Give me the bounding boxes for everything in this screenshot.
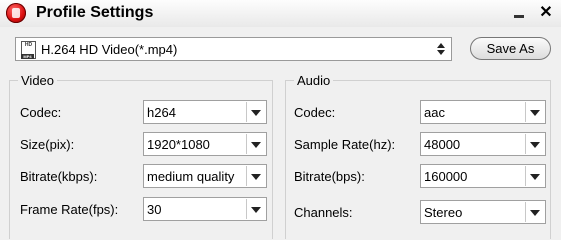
audio-sample-rate-label: Sample Rate(hz): — [294, 137, 396, 152]
minimize-button[interactable] — [509, 3, 529, 23]
audio-bitrate-label: Bitrate(bps): — [294, 169, 365, 184]
audio-channels-value: Stereo — [424, 205, 463, 220]
dropdown-arrow-icon[interactable] — [246, 166, 265, 186]
dropdown-arrow-icon[interactable] — [246, 102, 265, 122]
video-size-value: 1920*1080 — [147, 137, 210, 152]
app-logo-icon — [6, 3, 26, 23]
video-size-select[interactable]: 1920*1080 — [143, 132, 267, 156]
video-frame-rate-label: Frame Rate(fps): — [20, 202, 119, 217]
audio-sample-rate-select[interactable]: 48000 — [420, 132, 546, 156]
file-icon-tag: MP4 — [21, 54, 34, 59]
dropdown-arrow-icon[interactable] — [525, 102, 544, 122]
video-bitrate-select[interactable]: medium quality — [143, 164, 267, 188]
video-bitrate-label: Bitrate(kbps): — [20, 169, 98, 184]
video-codec-select[interactable]: h264 — [143, 100, 267, 124]
video-codec-label: Codec: — [20, 105, 62, 120]
audio-codec-value: aac — [424, 105, 445, 120]
video-codec-value: h264 — [147, 105, 176, 120]
audio-group-legend: Audio — [294, 73, 334, 88]
video-group-legend: Video — [18, 73, 58, 88]
title-bar: Profile Settings ✕ — [0, 0, 561, 27]
close-button[interactable]: ✕ — [536, 3, 556, 23]
dropdown-arrow-icon[interactable] — [246, 134, 265, 154]
mp4-file-icon: HD MP4 — [21, 41, 36, 59]
audio-channels-select[interactable]: Stereo — [420, 200, 546, 224]
video-frame-rate-select[interactable]: 30 — [143, 197, 267, 221]
audio-bitrate-value: 160000 — [424, 169, 468, 184]
video-size-label: Size(pix): — [20, 137, 75, 152]
audio-sample-rate-value: 48000 — [424, 137, 461, 152]
format-profile-select[interactable]: HD MP4 H.264 HD Video(*.mp4) — [15, 37, 452, 61]
file-icon-text: HD — [24, 42, 33, 48]
dropdown-arrow-icon[interactable] — [525, 134, 544, 154]
close-icon: ✕ — [539, 4, 553, 21]
video-bitrate-value: medium quality — [147, 169, 235, 184]
audio-codec-select[interactable]: aac — [420, 100, 546, 124]
video-frame-rate-value: 30 — [147, 202, 162, 217]
format-selected-value: H.264 HD Video(*.mp4) — [41, 42, 178, 57]
dropdown-arrow-icon[interactable] — [525, 202, 544, 222]
spinner-arrows-icon[interactable] — [436, 41, 446, 57]
save-as-button[interactable]: Save As — [470, 37, 551, 60]
audio-bitrate-select[interactable]: 160000 — [420, 164, 546, 188]
window-title: Profile Settings — [36, 4, 154, 21]
dropdown-arrow-icon[interactable] — [525, 166, 544, 186]
dropdown-arrow-icon[interactable] — [246, 199, 265, 219]
audio-codec-label: Codec: — [294, 105, 336, 120]
audio-channels-label: Channels: — [294, 205, 353, 220]
